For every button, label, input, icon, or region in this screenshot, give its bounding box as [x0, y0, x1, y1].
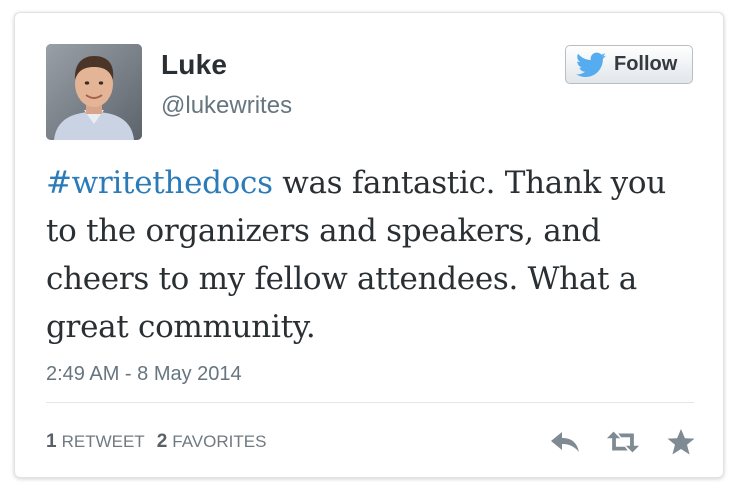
- twitter-bird-icon: [576, 52, 606, 77]
- avatar[interactable]: [46, 44, 142, 140]
- tweet-actions: [548, 425, 698, 459]
- favorite-button[interactable]: [664, 425, 698, 459]
- user-name[interactable]: Luke: [161, 49, 227, 81]
- tweet-card: Luke @lukewrites Follow #writethedocs wa…: [14, 12, 724, 478]
- favorite-count[interactable]: 2 FAVORITES: [157, 431, 267, 453]
- retweet-button[interactable]: [606, 425, 640, 459]
- retweet-count-label: RETWEET: [61, 432, 145, 451]
- reply-icon: [551, 432, 579, 452]
- user-handle[interactable]: @lukewrites: [161, 92, 292, 120]
- hashtag-link[interactable]: #writethedocs: [46, 165, 273, 201]
- retweet-count-number: 1: [46, 431, 57, 452]
- favorite-count-number: 2: [156, 431, 168, 452]
- tweet-timestamp[interactable]: 2:49 AM - 8 May 2014: [46, 363, 242, 386]
- favorite-count-label: FAVORITES: [172, 432, 267, 451]
- favorite-star-icon: [667, 429, 695, 455]
- reply-button[interactable]: [548, 425, 582, 459]
- follow-button[interactable]: Follow: [565, 45, 693, 84]
- tweet-text: #writethedocs was fantastic. Thank you t…: [46, 159, 696, 351]
- retweet-icon: [606, 431, 640, 453]
- retweet-count[interactable]: 1 RETWEET: [46, 431, 145, 453]
- divider: [46, 402, 694, 403]
- tweet-stats: 1 RETWEET 2 FAVORITES: [46, 431, 278, 453]
- follow-button-label: Follow: [614, 53, 678, 75]
